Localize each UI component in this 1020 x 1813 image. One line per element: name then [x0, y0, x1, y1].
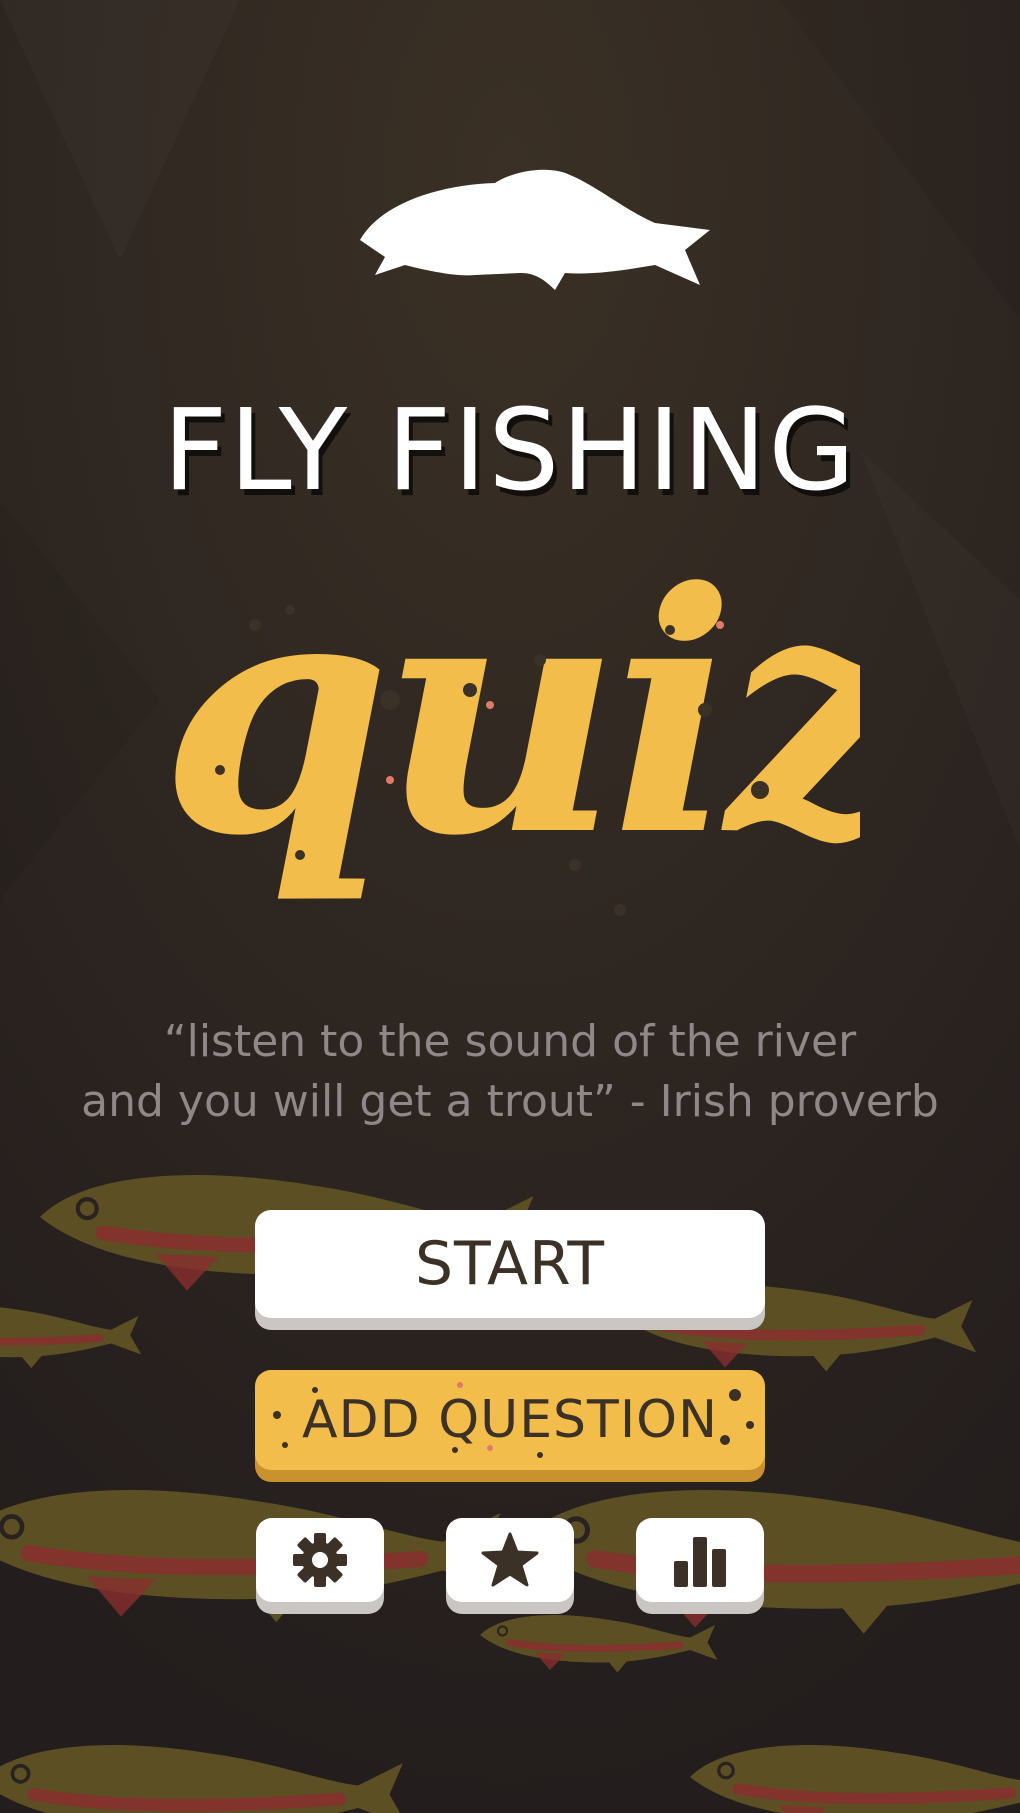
trout-logo-icon — [360, 169, 710, 290]
star-icon — [481, 1532, 539, 1587]
favorites-button[interactable] — [446, 1518, 574, 1602]
stats-button[interactable] — [636, 1518, 764, 1602]
bar-chart-icon — [674, 1537, 726, 1587]
quote-line-2: and you will get a trout” - Irish prover… — [81, 1076, 939, 1127]
add-question-button[interactable]: ADD QUESTION — [255, 1370, 765, 1470]
svg-text:quiz: quiz — [160, 540, 860, 908]
start-button[interactable]: START — [255, 1210, 765, 1318]
app-title: FLY FISHING — [162, 386, 858, 516]
settings-button[interactable] — [256, 1518, 384, 1602]
start-button-label: START — [414, 1229, 606, 1299]
quiz-logotype: quiz — [160, 540, 860, 916]
gear-icon — [293, 1533, 347, 1587]
quote-line-1: “listen to the sound of the river — [163, 1016, 857, 1067]
add-question-button-label: ADD QUESTION — [302, 1390, 718, 1450]
proverb-quote: “listen to the sound of the river and yo… — [0, 1012, 1020, 1132]
